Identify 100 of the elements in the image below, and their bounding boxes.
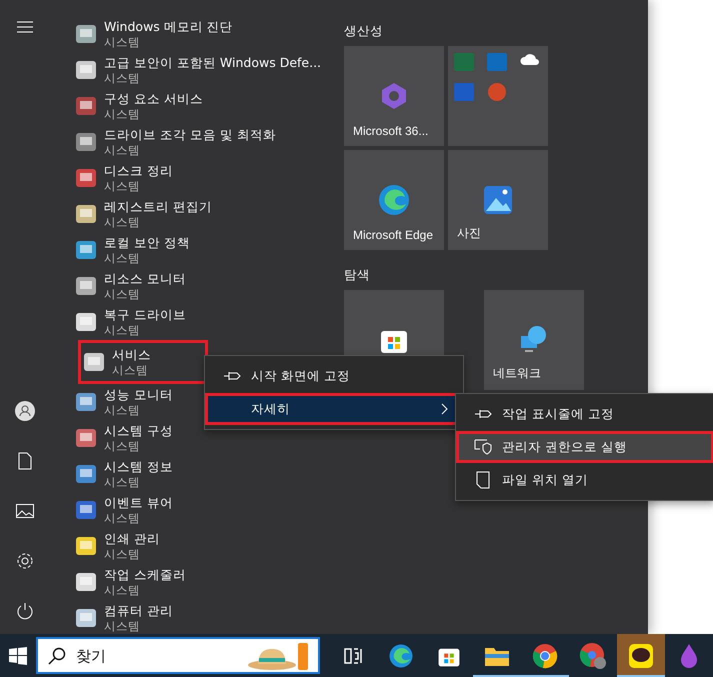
app-name: 드라이브 조각 모음 및 최적화	[104, 126, 276, 142]
app-name: 레지스트리 편집기	[104, 198, 212, 214]
app-name: 컴퓨터 관리	[104, 602, 173, 618]
photo-app-icon	[483, 185, 513, 215]
app-name: 서비스	[112, 346, 151, 362]
app-category: 시스템	[104, 474, 141, 490]
app-list-item[interactable]: 인쇄 관리 시스템	[74, 528, 184, 564]
app-name: 구성 요소 서비스	[104, 90, 203, 106]
chrome-profile-icon[interactable]	[579, 642, 607, 670]
app-name: 리소스 모니터	[104, 270, 186, 286]
app-list-item[interactable]: 시스템 정보 시스템	[74, 456, 184, 492]
app-icon	[74, 22, 98, 46]
app-list-item[interactable]: 고급 보안이 포함된 Windows Defe... 시스템	[74, 52, 322, 88]
app-list-item[interactable]: 시스템 구성 시스템	[74, 420, 184, 456]
chat-bubble-icon[interactable]	[628, 642, 654, 668]
app-tile[interactable]: 네트워크	[484, 290, 584, 390]
app-category: 시스템	[104, 214, 141, 230]
search-icon	[48, 646, 66, 664]
app-list-item[interactable]: 구성 요소 서비스 시스템	[74, 88, 203, 124]
app-category: 시스템	[104, 34, 141, 50]
app-list-item[interactable]: 리소스 모니터 시스템	[74, 268, 186, 304]
pin-icon	[474, 409, 492, 419]
app-category: 시스템	[104, 70, 141, 86]
pin-icon	[223, 371, 241, 381]
droplet-icon[interactable]	[680, 642, 698, 668]
app-category: 시스템	[104, 582, 141, 598]
chrome-icon[interactable]	[532, 642, 558, 668]
user-avatar-icon[interactable]	[12, 398, 38, 424]
app-category: 시스템	[104, 618, 141, 634]
app-name: 시스템 구성	[104, 422, 173, 438]
app-icon	[74, 534, 98, 558]
cloud-icon	[520, 52, 540, 66]
app-tile[interactable]: 사진	[448, 150, 548, 250]
hexagon-logo-icon	[379, 81, 409, 111]
app-category: 시스템	[104, 510, 141, 526]
submenu-item[interactable]: 관리자 권한으로 실행	[456, 431, 713, 463]
app-list-item[interactable]: 로컬 보안 정책 시스템	[74, 232, 190, 268]
presentation-app-icon	[487, 82, 507, 102]
windows-logo-icon	[8, 646, 27, 664]
app-name: 작업 스케줄러	[104, 566, 186, 582]
submenu-item[interactable]: 파일 위치 열기	[456, 464, 713, 496]
app-category: 시스템	[104, 546, 141, 562]
app-category: 시스템	[104, 178, 141, 194]
hat-drawing	[246, 640, 310, 670]
file-location-icon	[476, 471, 490, 489]
app-category: 시스템	[104, 142, 141, 158]
app-list-item[interactable]: 이벤트 뷰어 시스템	[74, 492, 184, 528]
task-view-icon[interactable]	[343, 646, 363, 664]
app-icon	[74, 238, 98, 262]
app-list-item[interactable]: 성능 모니터 시스템	[74, 384, 184, 420]
app-icon	[74, 570, 98, 594]
chevron-right-icon	[441, 403, 449, 415]
app-category: 시스템	[104, 286, 141, 302]
app-tile[interactable]: Microsoft Edge	[344, 150, 444, 250]
app-category: 시스템	[104, 250, 141, 266]
app-category: 시스템	[104, 438, 141, 454]
app-list-item[interactable]: Windows 메모리 진단 시스템	[74, 16, 233, 52]
app-name: 시스템 정보	[104, 458, 173, 474]
app-icon	[74, 166, 98, 190]
edge-icon	[377, 183, 411, 217]
tile-group-title: 탐색	[344, 266, 371, 284]
app-name: 성능 모니터	[104, 386, 173, 402]
app-name: Windows 메모리 진단	[104, 18, 233, 34]
edge-icon[interactable]	[388, 642, 414, 668]
app-icon	[74, 310, 98, 334]
app-list-item[interactable]: 레지스트리 편집기 시스템	[74, 196, 212, 232]
app-icon	[74, 390, 98, 414]
app-name: 로컬 보안 정책	[104, 234, 190, 250]
app-list-item[interactable]: 작업 스케줄러 시스템	[74, 564, 186, 600]
app-icon	[74, 94, 98, 118]
highlighted-app-item[interactable]: 서비스 시스템	[82, 344, 204, 380]
app-name: 이벤트 뷰어	[104, 494, 173, 510]
app-category: 시스템	[112, 362, 149, 378]
app-category: 시스템	[104, 106, 141, 122]
tile-folder[interactable]	[448, 46, 548, 146]
app-icon	[74, 202, 98, 226]
search-field[interactable]: 찾기	[36, 637, 320, 674]
app-icon	[74, 462, 98, 486]
mail-app-icon	[487, 52, 507, 72]
app-category: 시스템	[104, 322, 141, 338]
app-list-item[interactable]: 디스크 정리 시스템	[74, 160, 184, 196]
app-list-item[interactable]: 복구 드라이브 시스템	[74, 304, 186, 340]
app-icon	[74, 498, 98, 522]
spreadsheet-app-icon	[454, 52, 474, 72]
app-name: 인쇄 관리	[104, 530, 160, 546]
app-icon	[74, 130, 98, 154]
app-tile[interactable]: Microsoft 36...	[344, 46, 444, 146]
app-list-item[interactable]: 컴퓨터 관리 시스템	[74, 600, 184, 634]
app-icon	[82, 350, 106, 374]
app-category: 시스템	[104, 402, 141, 418]
taskbar-app-button[interactable]	[617, 634, 665, 677]
app-list-item[interactable]: 드라이브 조각 모음 및 최적화 시스템	[74, 124, 276, 160]
app-icon	[74, 58, 98, 82]
context-menu-item[interactable]: 시작 화면에 고정	[205, 360, 463, 392]
app-icon	[74, 426, 98, 450]
app-name: 디스크 정리	[104, 162, 173, 178]
app-icon	[74, 606, 98, 630]
app-icon	[74, 274, 98, 298]
app-name: 고급 보안이 포함된 Windows Defe...	[104, 54, 322, 70]
tile-group-title: 생산성	[344, 22, 384, 40]
